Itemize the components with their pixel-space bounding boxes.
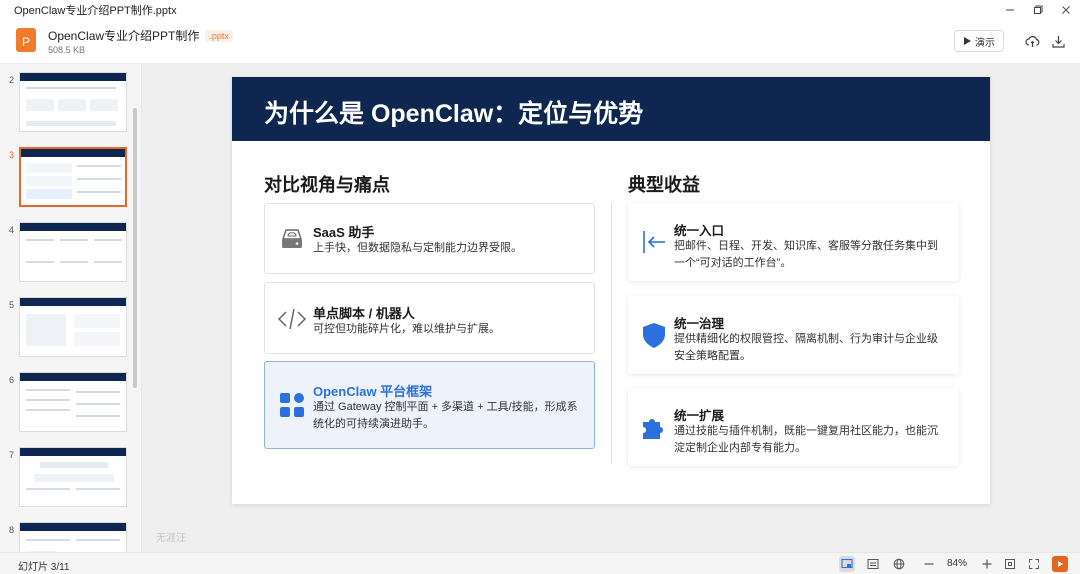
window-title: OpenClaw专业介绍PPT制作.pptx <box>14 5 177 17</box>
slide-thumbnail[interactable]: 8 <box>0 516 140 552</box>
card-description: 可控但功能碎片化，难以维护与扩展。 <box>313 323 500 335</box>
code-icon <box>277 308 307 330</box>
slide-thumbnail[interactable]: 2 <box>0 66 140 132</box>
notes-view-icon[interactable] <box>865 556 881 572</box>
puzzle-icon <box>643 419 663 439</box>
slide-thumbnail[interactable]: 4 <box>0 216 140 282</box>
slide-thumbnail-panel: 2 3 4 5 6 7 8 <box>0 64 142 552</box>
slide-thumbnail[interactable]: 7 <box>0 441 140 507</box>
slide-thumbnail[interactable]: 5 <box>0 291 140 357</box>
file-ext-badge: .pptx <box>205 29 233 42</box>
slide-number: 2 <box>9 75 15 85</box>
comparison-card-openclaw: OpenClaw 平台框架 通过 Gateway 控制平面 + 多渠道 + 工具… <box>264 361 595 449</box>
file-size: 508.5 KB <box>48 45 86 55</box>
zoom-level[interactable]: 84% <box>947 558 967 569</box>
benefit-description: 通过技能与插件机制，既能一键复用社区能力，也能沉淀定制企业内部专有能力。 <box>674 425 938 454</box>
file-header: P OpenClaw专业介绍PPT制作 .pptx 508.5 KB <box>0 20 1080 64</box>
globe-icon[interactable] <box>891 556 907 572</box>
server-icon <box>282 229 302 248</box>
file-name: OpenClaw专业介绍PPT制作 .pptx <box>48 27 233 44</box>
slide-preview <box>19 222 127 282</box>
slide[interactable]: 为什么是 OpenClaw：定位与优势 对比视角与痛点 典型收益 SaaS 助手… <box>232 77 990 504</box>
slide-thumbnail[interactable]: 6 <box>0 366 140 432</box>
shield-icon <box>643 323 665 348</box>
right-section-heading: 典型收益 <box>628 175 700 195</box>
slide-number: 4 <box>9 225 15 235</box>
comparison-card-saas: SaaS 助手 上手快，但数据隐私与定制能力边界受限。 <box>264 203 595 274</box>
left-section-heading: 对比视角与痛点 <box>264 175 390 195</box>
slide-number: 5 <box>9 300 15 310</box>
normal-view-icon[interactable] <box>839 556 855 572</box>
slide-number: 6 <box>9 375 15 385</box>
fullscreen-icon[interactable] <box>1026 556 1042 572</box>
card-description: 上手快，但数据隐私与定制能力边界受限。 <box>313 242 522 254</box>
pptx-file-icon: P <box>16 28 36 52</box>
slide-preview <box>19 372 127 432</box>
slide-preview <box>19 147 127 207</box>
benefit-description: 提供精细化的权限管控、隔离机制、行为审计与企业级安全策略配置。 <box>674 333 938 362</box>
slide-number: 8 <box>9 525 15 535</box>
fit-to-window-icon[interactable] <box>1002 556 1018 572</box>
file-name-text: OpenClaw专业介绍PPT制作 <box>48 29 200 43</box>
slide-canvas: 为什么是 OpenClaw：定位与优势 对比视角与痛点 典型收益 SaaS 助手… <box>142 64 1080 552</box>
card-title: OpenClaw 平台框架 <box>313 384 433 399</box>
window-controls <box>996 0 1080 20</box>
restore-icon[interactable] <box>1024 0 1052 20</box>
zoom-out-icon[interactable] <box>921 556 937 572</box>
slide-number: 3 <box>9 150 15 160</box>
slide-title: 为什么是 OpenClaw：定位与优势 <box>264 100 644 128</box>
close-icon[interactable] <box>1052 0 1080 20</box>
column-divider <box>611 202 612 464</box>
minimize-icon[interactable] <box>996 0 1024 20</box>
card-description: 通过 Gateway 控制平面 + 多渠道 + 工具/技能，形成系统化的可持续演… <box>313 401 578 430</box>
comparison-card-script: 单点脚本 / 机器人 可控但功能碎片化，难以维护与扩展。 <box>264 282 595 354</box>
slide-preview <box>19 522 127 552</box>
slide-thumbnail-active[interactable]: 3 <box>0 141 140 207</box>
status-bar: 幻灯片 3/11 84% <box>0 552 1080 574</box>
present-label: 演示 <box>975 37 995 49</box>
title-bar: OpenClaw专业介绍PPT制作.pptx <box>0 0 1080 20</box>
watermark: 无涯汪 <box>156 533 186 544</box>
zoom-in-icon[interactable] <box>979 556 995 572</box>
slideshow-play-icon[interactable] <box>1052 556 1068 572</box>
card-title: SaaS 助手 <box>313 225 375 240</box>
play-icon <box>964 37 971 45</box>
cloud-sync-icon[interactable] <box>1024 33 1040 49</box>
slide-preview <box>19 447 127 507</box>
benefit-unified-entry: 统一入口 把邮件、日程、开发、知识库、客服等分散任务集中到一个“可对话的工作台”… <box>628 203 959 281</box>
benefit-description: 把邮件、日程、开发、知识库、客服等分散任务集中到一个“可对话的工作台”。 <box>674 240 938 269</box>
benefit-unified-extension: 统一扩展 通过技能与插件机制，既能一键复用社区能力，也能沉淀定制企业内部专有能力… <box>628 388 959 466</box>
sign-in-icon <box>643 231 665 253</box>
slide-preview <box>19 297 127 357</box>
slide-counter: 幻灯片 3/11 <box>18 562 70 573</box>
benefit-unified-governance: 统一治理 提供精细化的权限管控、隔离机制、行为审计与企业级安全策略配置。 <box>628 296 959 374</box>
benefit-title: 统一扩展 <box>674 409 725 423</box>
slide-preview <box>19 72 127 132</box>
grid-icon <box>280 393 304 417</box>
card-title: 单点脚本 / 机器人 <box>313 306 415 321</box>
benefit-title: 统一治理 <box>674 317 725 331</box>
benefit-title: 统一入口 <box>674 224 725 238</box>
slide-number: 7 <box>9 450 15 460</box>
download-icon[interactable] <box>1050 33 1066 49</box>
present-button[interactable]: 演示 <box>954 30 1004 52</box>
thumbnail-scrollbar[interactable] <box>133 108 137 388</box>
